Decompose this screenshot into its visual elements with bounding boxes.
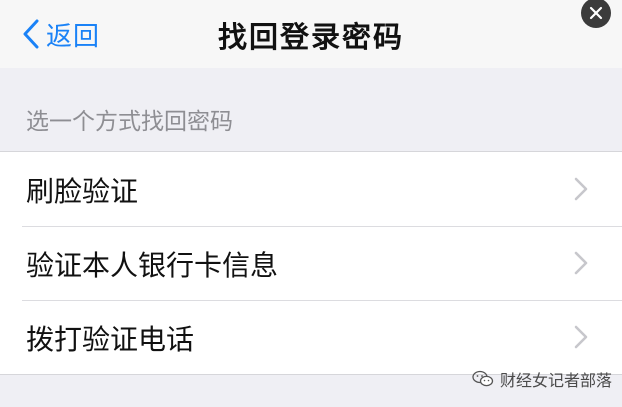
navigation-bar: 返回 找回登录密码 (0, 0, 622, 68)
section-header-text: 选一个方式找回密码 (26, 109, 233, 135)
chevron-right-icon (574, 177, 588, 201)
page-title: 找回登录密码 (217, 20, 404, 54)
option-label: 刷脸验证 (26, 175, 139, 208)
recovery-options-list: 刷脸验证 验证本人银行卡信息 拨打验证电话 (0, 151, 622, 375)
section-header: 选一个方式找回密码 (0, 68, 622, 152)
option-face-verification[interactable]: 刷脸验证 (0, 152, 622, 226)
watermark: 财经女记者部落 (472, 367, 612, 391)
chevron-right-icon (574, 325, 588, 349)
chevron-right-icon (574, 251, 588, 275)
option-phone-verification[interactable]: 拨打验证电话 (0, 300, 622, 374)
wechat-icon (472, 370, 494, 387)
watermark-text: 财经女记者部落 (500, 371, 613, 390)
option-label: 拨打验证电话 (26, 323, 195, 356)
option-label: 验证本人银行卡信息 (26, 249, 279, 282)
option-bank-card-verification[interactable]: 验证本人银行卡信息 (0, 226, 622, 300)
close-icon (589, 6, 603, 20)
